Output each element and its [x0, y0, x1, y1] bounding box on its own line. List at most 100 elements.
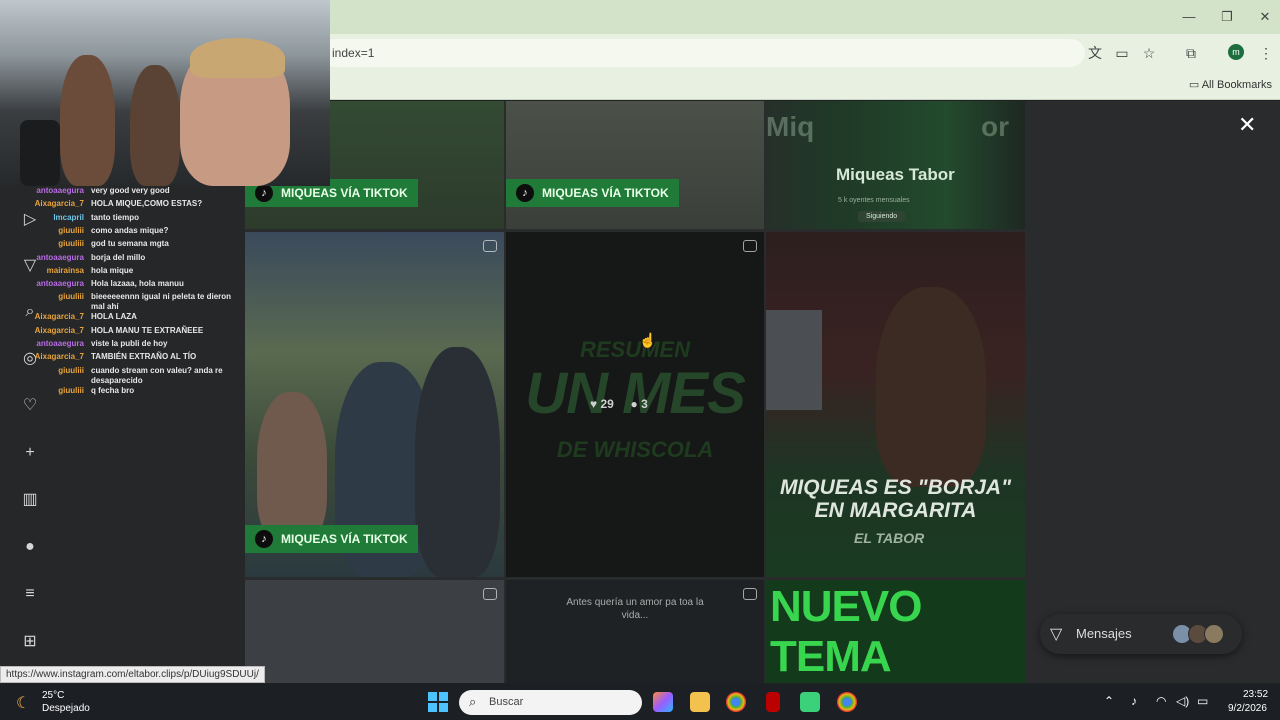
tiktok-badge: ♪ MIQUEAS VÍA TIKTOK: [245, 525, 418, 553]
chat-username[interactable]: antoaaegura: [36, 279, 84, 289]
tiktok-icon: ♪: [255, 530, 273, 548]
taskbar-search[interactable]: ⌕ Buscar: [459, 690, 642, 715]
clock-date[interactable]: 9/2/2026: [1228, 703, 1267, 714]
chat-text: hola mique: [91, 265, 134, 275]
wifi-icon[interactable]: ◠: [1156, 694, 1166, 708]
file-explorer-icon[interactable]: [690, 692, 710, 712]
post-tile[interactable]: ♪ MIQUEAS VÍA TIKTOK: [245, 232, 504, 577]
post-headline: DE WHISCOLA: [556, 437, 714, 462]
chrome-profile-icon[interactable]: [837, 692, 857, 712]
create-plus-icon[interactable]: +: [20, 443, 40, 463]
post-tile-hovered[interactable]: RESUMEN UN MES DE WHISCOLA ♥ 29 ● 3 ☝: [506, 232, 764, 577]
microphone-icon[interactable]: ♪: [1131, 694, 1137, 708]
moon-weather-icon[interactable]: ☾: [16, 693, 30, 713]
post-tile[interactable]: [245, 580, 504, 683]
reel-icon: [743, 240, 757, 252]
post-tile[interactable]: MIQUEAS ES "BORJA" EN MARGARITA EL TABOR: [766, 232, 1025, 577]
chat-text: very good very good: [91, 186, 170, 195]
spotify-artist-title: Miqueas Tabor: [836, 165, 955, 184]
minimize-button[interactable]: —: [1170, 6, 1208, 28]
post-stats: ♥ 29 ● 3: [590, 397, 648, 411]
chat-text: TAMBIÉN EXTRAÑO AL TÍO: [91, 352, 197, 362]
cast-icon[interactable]: ▭: [1113, 44, 1131, 62]
chat-text: HOLA LAZA: [91, 312, 137, 322]
all-bookmarks-button[interactable]: ▭ All Bookmarks: [1189, 78, 1272, 91]
chat-text: borja del millo: [91, 252, 146, 262]
close-window-button[interactable]: ✕: [1246, 6, 1280, 28]
post-tile[interactable]: ♪ MIQUEAS VÍA TIKTOK: [506, 101, 764, 229]
chat-text: HOLA MANU TE EXTRAÑEEE: [91, 325, 204, 335]
extensions-icon[interactable]: ⧉: [1182, 44, 1200, 62]
post-tile[interactable]: Miq or Miqueas Tabor 5 k oyentes mensual…: [766, 101, 1025, 229]
chat-username[interactable]: Aixagarcia_7: [35, 312, 84, 322]
profile-avatar[interactable]: m: [1228, 44, 1244, 60]
chat-username[interactable]: giuuliii: [58, 366, 84, 376]
person-figure: [876, 287, 986, 487]
post-tile[interactable]: NUEVO TEMA: [766, 580, 1025, 683]
start-button[interactable]: [428, 692, 448, 712]
chat-username[interactable]: Aixagarcia_7: [35, 326, 84, 336]
messages-button[interactable]: ▽ Mensajes: [1040, 614, 1242, 654]
spotify-follow-button: Siguiendo: [858, 211, 906, 222]
close-modal-icon[interactable]: ✕: [1238, 112, 1256, 138]
profile-avatar-icon[interactable]: ●: [20, 537, 40, 557]
reels-icon[interactable]: ▷: [20, 210, 40, 230]
netflix-icon[interactable]: [766, 692, 780, 712]
chat-username[interactable]: lmcapril: [53, 213, 84, 223]
copilot-icon[interactable]: [653, 692, 673, 712]
folder-icon: ▭: [1188, 79, 1202, 91]
chat-text: q fecha bro: [91, 385, 135, 395]
chat-text: cuando stream con valeu? anda re desapar…: [91, 365, 223, 385]
person-figure: [257, 392, 327, 542]
clock-time[interactable]: 23:52: [1243, 689, 1268, 700]
chat-username[interactable]: giuuliii: [58, 226, 84, 236]
webcam-overlay: [0, 0, 330, 186]
chat-text: god tu semana mgta: [91, 239, 169, 249]
chat-username[interactable]: giuuliii: [58, 386, 84, 396]
cursor-hand-icon: ☝: [639, 332, 657, 348]
chrome-icon[interactable]: [726, 692, 746, 712]
send-icon: ▽: [1050, 626, 1063, 643]
background-text: or: [981, 111, 1009, 142]
tiktok-icon: ♪: [255, 184, 273, 202]
reel-icon: [483, 588, 497, 600]
heart-icon[interactable]: ♡: [20, 396, 40, 416]
hair: [190, 38, 285, 78]
chat-text: viste la publi de hoy: [91, 339, 168, 348]
post-headline: MIQUEAS ES "BORJA": [779, 476, 1012, 499]
chat-username[interactable]: antoaaegura: [36, 339, 84, 349]
heart-icon: ♥: [590, 397, 601, 411]
apps-icon[interactable]: ⊞: [20, 632, 40, 652]
chat-text: Hola lazaaa, hola manuu: [91, 279, 184, 289]
battery-icon[interactable]: ▭: [1197, 694, 1208, 708]
bookmark-star-icon[interactable]: ☆: [1140, 44, 1158, 62]
chat-username[interactable]: antoaaegura: [36, 186, 84, 196]
background-text: Miq: [766, 111, 815, 142]
chat-username[interactable]: giuuliii: [58, 239, 84, 249]
spotify-listeners: 5 k oyentes mensuales: [838, 197, 910, 204]
tiktok-badge: ♪ MIQUEAS VÍA TIKTOK: [506, 179, 679, 207]
avatar: [1204, 624, 1224, 644]
chat-username[interactable]: giuuliii: [58, 292, 84, 302]
tray-chevron-icon[interactable]: ⌃: [1104, 694, 1114, 708]
search-placeholder: Buscar: [489, 696, 524, 708]
translate-icon[interactable]: 文: [1086, 44, 1104, 62]
chat-username[interactable]: antoaaegura: [36, 253, 84, 263]
person-figure: [130, 65, 180, 186]
volume-icon[interactable]: ◁): [1176, 694, 1189, 708]
chat-username[interactable]: Aixagarcia_7: [35, 199, 84, 209]
post-tile[interactable]: Antes quería un amor pa toa la vida...: [506, 580, 764, 683]
streaming-app-icon[interactable]: [800, 692, 820, 712]
inset-photo: [766, 310, 822, 410]
post-headline: NUEVO TEMA: [770, 582, 922, 681]
menu-icon[interactable]: ≡: [20, 584, 40, 604]
likes-count: 29: [600, 397, 614, 411]
weather-temp: 25°C: [42, 690, 65, 701]
menu-kebab-icon[interactable]: ⋮: [1257, 44, 1275, 62]
chat-username[interactable]: Aixagarcia_7: [35, 352, 84, 362]
address-bar[interactable]: index=1: [320, 39, 1085, 67]
insights-icon[interactable]: ▥: [20, 490, 40, 510]
chat-username[interactable]: mairainsa: [47, 266, 84, 276]
post-caption: Antes quería un amor pa toa la vida...: [566, 597, 704, 621]
restore-button[interactable]: ❐: [1208, 6, 1246, 28]
